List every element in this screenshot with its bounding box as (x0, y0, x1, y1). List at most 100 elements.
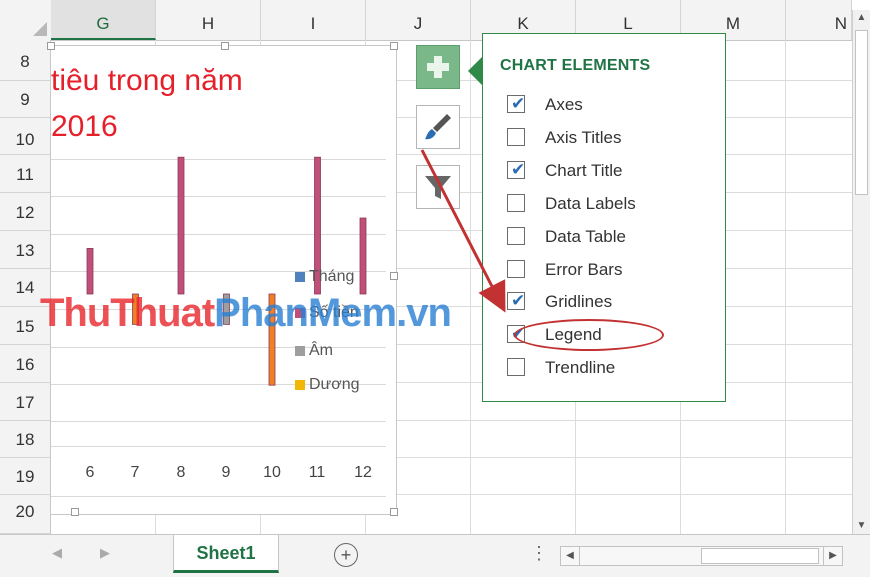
spreadsheet-grid[interactable]: G H I J K L M N 8 9 10 11 12 13 14 15 16… (0, 0, 852, 534)
gridline (785, 40, 786, 534)
x-tick-label: 6 (85, 464, 95, 481)
horizontal-scroll-thumb[interactable] (701, 548, 819, 564)
row-header-10[interactable]: 10 (0, 118, 51, 155)
chart-element-label: Data Table (545, 227, 626, 246)
row-header-13[interactable]: 13 (0, 231, 51, 269)
row-header-8[interactable]: 8 (0, 40, 51, 81)
bar-số-tiền-6[interactable] (86, 247, 94, 295)
x-tick-label: 12 (354, 464, 372, 481)
row-header-17[interactable]: 17 (0, 383, 51, 421)
column-header-i[interactable]: I (261, 0, 366, 40)
chart-element-label: Chart Title (545, 161, 623, 180)
horizontal-scrollbar[interactable]: ◀ ▶ (560, 546, 843, 566)
legend-swatch (295, 379, 305, 390)
legend-swatch (295, 271, 305, 282)
legend-label: Âm (309, 342, 333, 359)
row-header-11[interactable]: 11 (0, 155, 51, 193)
annotation-oval (514, 319, 664, 351)
row-header-18[interactable]: 18 (0, 421, 51, 458)
chart-element-chart-title[interactable]: ✔ Chart Title (507, 159, 717, 183)
embedded-chart[interactable]: tiêu trong năm 2016 6 7 8 9 10 11 12 Thá… (47, 42, 398, 516)
legend-swatch (295, 345, 305, 356)
flyout-pointer (468, 56, 483, 86)
row-header-16[interactable]: 16 (0, 345, 51, 383)
legend-entry[interactable]: Tháng (295, 268, 354, 286)
legend-label: Tháng (309, 268, 355, 285)
chart-elements-button[interactable] (416, 45, 460, 89)
axis-titles-checkbox[interactable] (507, 128, 525, 146)
chart-element-label: Error Bars (545, 260, 623, 279)
resize-handle[interactable] (390, 42, 398, 50)
column-header-j[interactable]: J (366, 0, 471, 40)
prev-sheet-icon[interactable]: ◀ (52, 545, 62, 561)
chart-element-label: Trendline (545, 358, 616, 377)
column-header-g[interactable]: G (51, 0, 156, 40)
legend-entry[interactable]: Âm (295, 342, 333, 360)
chart-element-trendline[interactable]: Trendline (507, 356, 717, 380)
watermark-part-1: ThuThuat (40, 291, 215, 335)
x-tick-label: 11 (308, 464, 326, 481)
trendline-checkbox[interactable] (507, 358, 525, 376)
chart-styles-button[interactable] (416, 105, 460, 149)
chart-element-label: Axes (545, 95, 583, 114)
gridline (470, 40, 471, 534)
row-header-19[interactable]: 19 (0, 458, 51, 495)
legend-label: Dương (309, 376, 360, 393)
filter-icon (425, 176, 451, 199)
chart-title-checkbox[interactable]: ✔ (507, 161, 525, 179)
flyout-title: CHART ELEMENTS (500, 57, 651, 74)
resize-handle[interactable] (221, 42, 229, 50)
chart-element-gridlines[interactable]: ✔ Gridlines (507, 290, 717, 314)
row-header-12[interactable]: 12 (0, 193, 51, 231)
resize-handle[interactable] (390, 272, 398, 280)
watermark-part-2: PhanMem.vn (214, 291, 452, 335)
bar-số-tiền-12[interactable] (359, 217, 367, 295)
checkmark-icon: ✔ (511, 291, 526, 310)
data-table-checkbox[interactable] (507, 227, 525, 245)
x-tick-label: 7 (130, 464, 140, 481)
select-all-corner[interactable] (0, 0, 52, 40)
legend-entry[interactable]: Dương (295, 376, 360, 394)
watermark: ThuThuatPhanMem.vn (40, 290, 452, 336)
sheet-tab-bar: ◀ ▶ Sheet1 + ⋮ ◀ ▶ (0, 534, 870, 577)
column-header-n[interactable]: N (786, 0, 852, 40)
chart-element-error-bars[interactable]: Error Bars (507, 258, 717, 282)
paintbrush-icon (425, 114, 451, 140)
x-tick-label: 8 (176, 464, 186, 481)
scroll-left-icon[interactable]: ◀ (561, 547, 580, 565)
new-sheet-icon[interactable]: + (334, 543, 358, 567)
row-header-9[interactable]: 9 (0, 81, 51, 118)
chart-element-axes[interactable]: ✔ Axes (507, 93, 717, 117)
resize-handle[interactable] (390, 508, 398, 516)
chart-filters-button[interactable] (416, 165, 460, 209)
next-sheet-icon[interactable]: ▶ (100, 545, 110, 561)
data-labels-checkbox[interactable] (507, 194, 525, 212)
row-header-20[interactable]: 20 (0, 495, 51, 534)
resize-handle[interactable] (47, 42, 55, 50)
vertical-scrollbar[interactable]: ▲ ▼ (852, 10, 870, 534)
chart-element-axis-titles[interactable]: Axis Titles (507, 126, 717, 150)
chart-element-data-table[interactable]: Data Table (507, 225, 717, 249)
split-handle-icon[interactable]: ⋮ (530, 543, 548, 564)
checkmark-icon: ✔ (511, 94, 526, 113)
axes-checkbox[interactable]: ✔ (507, 95, 525, 113)
vertical-scroll-thumb[interactable] (855, 30, 868, 195)
plus-icon (427, 56, 449, 78)
chart-element-label: Gridlines (545, 292, 613, 311)
x-tick-label: 10 (263, 464, 281, 481)
chart-element-label: Axis Titles (545, 128, 622, 147)
select-all-triangle-icon (33, 22, 47, 36)
chart-element-data-labels[interactable]: Data Labels (507, 192, 717, 216)
scroll-down-icon[interactable]: ▼ (853, 518, 870, 534)
scroll-up-icon[interactable]: ▲ (853, 10, 870, 26)
checkmark-icon: ✔ (511, 160, 526, 179)
sheet-tab[interactable]: Sheet1 (173, 535, 279, 573)
chart-element-label: Data Labels (545, 194, 636, 213)
column-header-h[interactable]: H (156, 0, 261, 40)
bar-số-tiền-8[interactable] (177, 156, 185, 295)
gridlines-checkbox[interactable]: ✔ (507, 292, 525, 310)
scroll-right-icon[interactable]: ▶ (823, 547, 842, 565)
x-tick-label: 9 (221, 464, 231, 481)
resize-handle[interactable] (71, 508, 79, 516)
error-bars-checkbox[interactable] (507, 260, 525, 278)
